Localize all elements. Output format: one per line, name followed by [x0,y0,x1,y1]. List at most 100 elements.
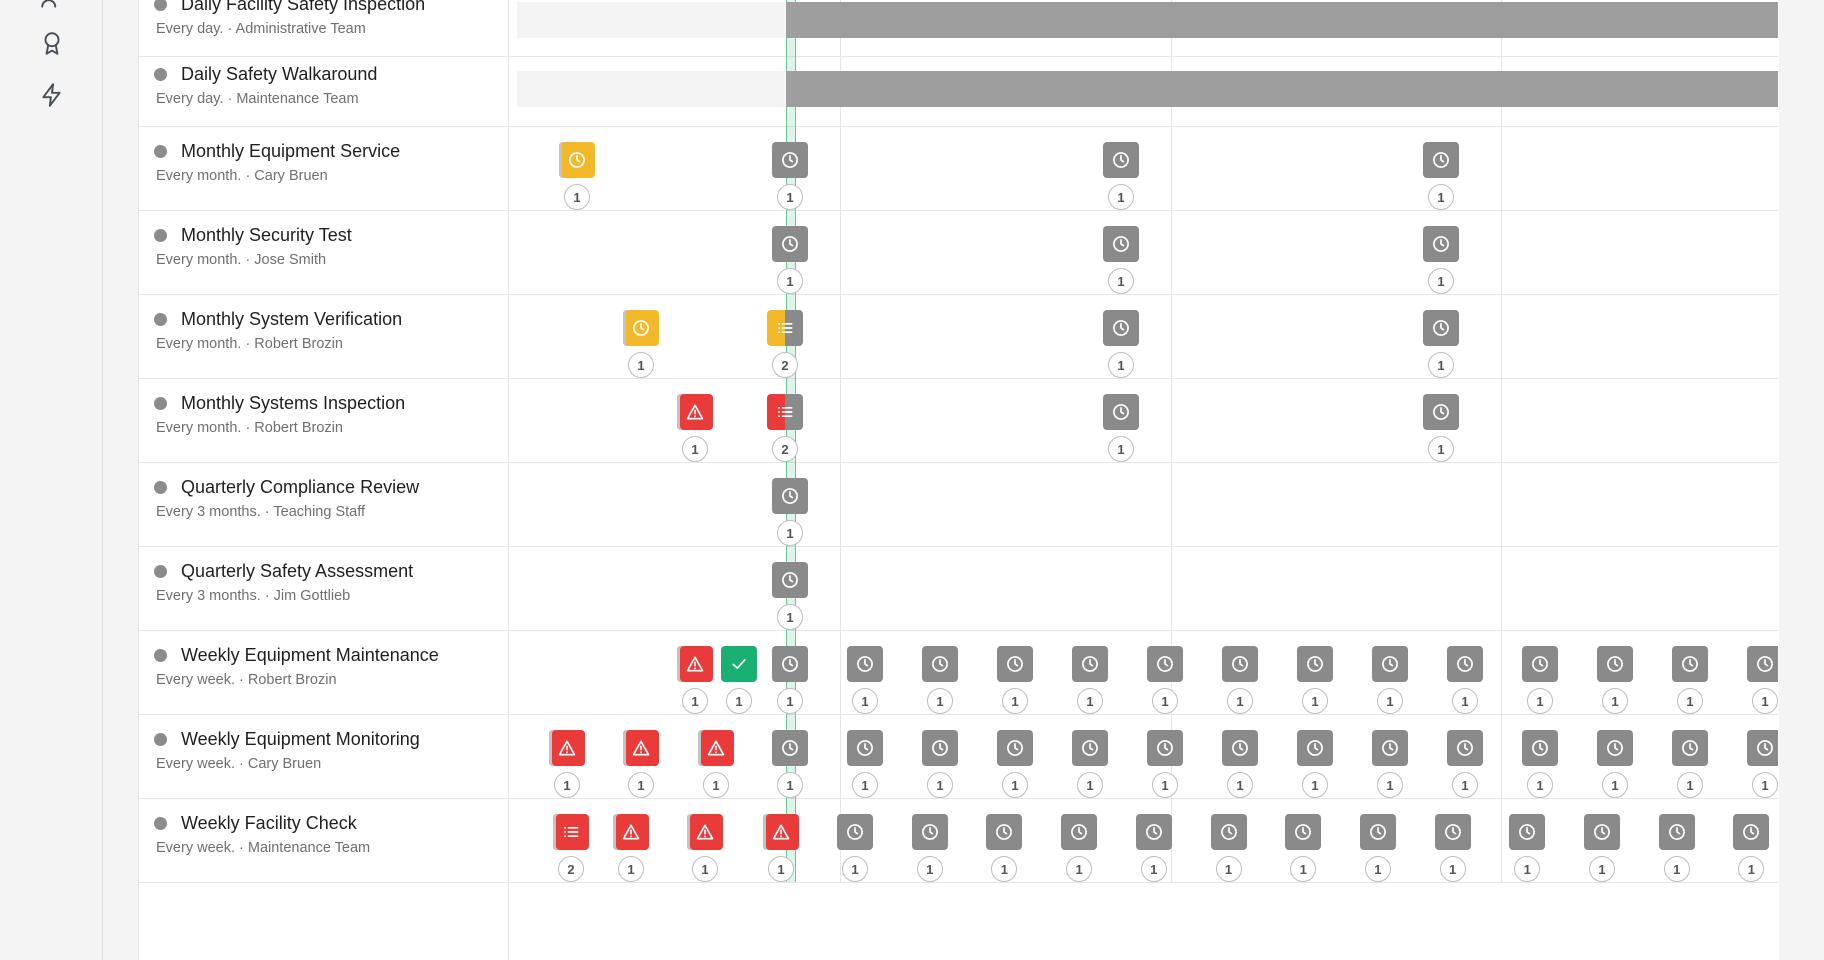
clock-task-icon[interactable] [1447,646,1483,682]
task-schedule: Every month. · Jose Smith [156,252,326,268]
task-title[interactable]: Monthly Systems Inspection [181,393,405,414]
task-title[interactable]: Quarterly Safety Assessment [181,561,413,582]
clock-task-icon[interactable] [1297,646,1333,682]
list-task-icon[interactable] [767,310,803,346]
warn-task-icon[interactable] [549,730,585,766]
clock-task-icon[interactable] [1423,310,1459,346]
task-assignee: · Robert Brozin [245,420,343,436]
warn-task-icon[interactable] [763,814,799,850]
clock-task-icon[interactable] [911,814,948,850]
clock-task-icon[interactable] [1584,814,1620,850]
occurrence-count-badge: 1 [1589,856,1615,882]
clock-task-icon[interactable] [1359,814,1396,850]
clock-task-icon[interactable] [772,142,808,178]
task-title[interactable]: Monthly System Verification [181,309,402,330]
clock-task-icon[interactable] [1222,730,1258,766]
clock-task-icon[interactable] [1747,646,1778,682]
task-frequency: Every week. [156,756,235,772]
task-assignee: · Jim Gottlieb [264,588,351,604]
clock-task-icon[interactable] [1423,226,1459,262]
clock-task-icon[interactable] [1733,814,1770,850]
task-title[interactable]: Monthly Security Test [181,225,352,246]
clock-task-icon[interactable] [772,478,808,514]
clock-task-icon[interactable] [1434,814,1471,850]
clock-task-icon[interactable] [1423,142,1459,178]
clock-task-icon[interactable] [1522,646,1558,682]
users-icon[interactable] [36,0,68,14]
clock-task-icon[interactable] [1147,646,1183,682]
warn-task-icon[interactable] [613,814,649,850]
clock-task-icon[interactable] [772,730,808,766]
clock-task-icon[interactable] [1072,646,1108,682]
occurrence-count-badge: 2 [772,352,798,378]
daily-occurrence-bar[interactable] [786,2,1778,38]
content-gutter [103,0,138,960]
clock-task-icon[interactable] [922,646,958,682]
list-task-icon[interactable] [767,394,803,430]
occurrence-count-badge: 1 [1752,688,1778,714]
clock-task-icon[interactable] [1423,394,1459,430]
clock-task-icon[interactable] [772,646,808,682]
warn-task-icon[interactable] [677,646,713,682]
clock-task-icon[interactable] [623,310,659,346]
list-task-icon[interactable] [553,814,589,850]
clock-task-icon[interactable] [1509,814,1546,850]
clock-task-icon[interactable] [1103,394,1139,430]
task-title[interactable]: Weekly Facility Check [181,813,357,834]
task-assignee: · Cary Bruen [239,756,322,772]
warn-task-icon[interactable] [623,730,659,766]
task-title[interactable]: Weekly Equipment Maintenance [181,645,439,666]
task-title[interactable]: Daily Facility Safety Inspection [181,0,425,15]
task-title[interactable]: Daily Safety Walkaround [181,64,377,85]
warn-task-icon[interactable] [687,814,723,850]
task-title[interactable]: Quarterly Compliance Review [181,477,419,498]
clock-task-icon[interactable] [772,562,808,598]
clock-task-icon[interactable] [1103,142,1139,178]
clock-task-icon[interactable] [837,814,873,850]
clock-task-icon[interactable] [1297,730,1333,766]
occurrence-count-badge: 1 [1290,856,1317,882]
clock-task-icon[interactable] [1372,730,1408,766]
clock-task-icon[interactable] [1103,226,1139,262]
daily-occurrence-bar[interactable] [786,71,1778,107]
clock-task-icon[interactable] [1672,646,1708,682]
clock-task-icon[interactable] [1072,730,1108,766]
occurrence-count-badge: 1 [1108,352,1134,378]
warn-task-icon[interactable] [677,394,713,430]
clock-task-icon[interactable] [1658,814,1695,850]
occurrence-count-badge: 2 [772,436,798,462]
clock-task-icon[interactable] [1222,646,1258,682]
clock-task-icon[interactable] [847,646,883,682]
clock-task-icon[interactable] [1372,646,1408,682]
clock-task-icon[interactable] [1135,814,1172,850]
clock-task-icon[interactable] [559,142,595,178]
clock-task-icon[interactable] [1147,730,1183,766]
award-icon[interactable] [36,27,68,59]
task-title[interactable]: Weekly Equipment Monitoring [181,729,420,750]
clock-task-icon[interactable] [1597,646,1633,682]
task-assignee: · Jose Smith [245,252,327,268]
clock-task-icon[interactable] [922,730,958,766]
warn-task-icon[interactable] [698,730,734,766]
clock-task-icon[interactable] [1747,730,1778,766]
clock-task-icon[interactable] [1597,730,1633,766]
occurrence-count-badge: 1 [1002,772,1028,798]
clock-task-icon[interactable] [1447,730,1483,766]
check-task-icon[interactable] [721,646,757,682]
clock-task-icon[interactable] [1061,814,1098,850]
task-schedule: Every day. · Maintenance Team [156,91,359,107]
task-frequency: Every 3 months. [156,588,261,604]
clock-task-icon[interactable] [997,646,1033,682]
clock-task-icon[interactable] [772,226,808,262]
clock-task-icon[interactable] [1210,814,1247,850]
clock-task-icon[interactable] [1522,730,1558,766]
clock-task-icon[interactable] [1103,310,1139,346]
clock-task-icon[interactable] [997,730,1033,766]
task-frequency: Every week. [156,840,235,856]
clock-task-icon[interactable] [986,814,1023,850]
clock-task-icon[interactable] [1672,730,1708,766]
clock-task-icon[interactable] [847,730,883,766]
clock-task-icon[interactable] [1285,814,1322,850]
task-title[interactable]: Monthly Equipment Service [181,141,400,162]
lightning-icon[interactable] [36,79,68,111]
